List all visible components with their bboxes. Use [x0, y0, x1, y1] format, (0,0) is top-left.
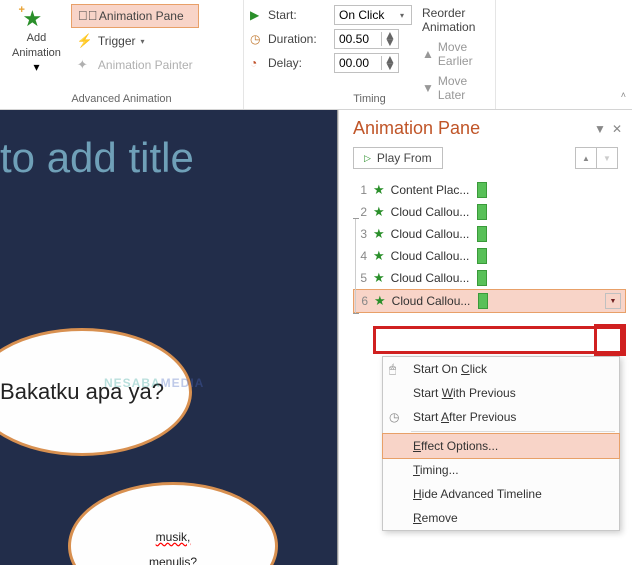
star-icon: ★ [373, 248, 385, 264]
ribbon-group-label: Advanced Animation [0, 91, 243, 107]
dropdown-caret-icon: ▾ [397, 11, 407, 20]
star-icon: ★ [373, 204, 385, 220]
cloud-callout-2[interactable]: musik,menulis? [68, 482, 278, 565]
play-from-button[interactable]: ▷ Play From [353, 147, 443, 169]
menu-start-on-click[interactable]: 🖱 Start On Click [383, 357, 619, 381]
dropdown-caret-icon: ▾ [33, 60, 39, 74]
task-pane-options-icon[interactable]: ▼ [594, 122, 606, 136]
delay-label: Delay: [268, 56, 330, 70]
ribbon-group-advanced-animation: ★+ Add Animation ▾ ✦⃣ Animation Pane ⚡ T… [0, 0, 244, 109]
timing-bar [477, 226, 487, 242]
star-icon: ★ [373, 226, 385, 242]
mouse-icon: 🖱 [389, 362, 405, 377]
animation-item[interactable]: 2 ★ Cloud Callou... [353, 201, 626, 223]
title-placeholder[interactable]: to add title [0, 110, 337, 182]
dropdown-caret-icon: ▾ [141, 37, 145, 46]
move-down-button[interactable]: ▼ [596, 147, 618, 169]
clock-icon: ◷ [389, 410, 405, 424]
timeline-ruler [355, 218, 356, 314]
delay-icon: ◔ [250, 56, 264, 70]
add-animation-label: Add [27, 32, 47, 45]
timing-bar [477, 270, 487, 286]
menu-start-with-previous[interactable]: Start With Previous [383, 381, 619, 405]
start-label: Start: [268, 8, 330, 22]
move-earlier-button: ▲Move Earlier [422, 38, 489, 70]
ribbon-group-timing: ▶ Start: On Click ▾ ◷ Duration: ▲▼ [244, 0, 496, 109]
duration-input[interactable] [335, 30, 381, 48]
star-icon: ★ [373, 182, 385, 198]
add-animation-icon: ★+ [22, 6, 50, 30]
menu-effect-options[interactable]: Effect Options... [382, 433, 620, 459]
ribbon: ★+ Add Animation ▾ ✦⃣ Animation Pane ⚡ T… [0, 0, 632, 110]
play-icon: ▷ [364, 153, 371, 164]
animation-pane-icon: ✦⃣ [78, 8, 94, 24]
animation-item[interactable]: 4 ★ Cloud Callou... [353, 245, 626, 267]
animation-list: 1 ★ Content Plac... 2 ★ Cloud Callou... … [339, 179, 632, 313]
animation-context-menu: 🖱 Start On Click Start With Previous ◷ S… [382, 356, 620, 531]
timing-bar [477, 204, 487, 220]
animation-painter-button: ✦ Animation Painter [71, 54, 199, 76]
menu-separator [411, 431, 615, 432]
add-animation-button[interactable]: ★+ Add Animation ▾ [6, 4, 67, 76]
close-icon[interactable]: ✕ [612, 122, 622, 136]
move-up-button[interactable]: ▲ [575, 147, 597, 169]
trigger-button[interactable]: ⚡ Trigger ▾ [71, 30, 199, 52]
spin-down-icon[interactable]: ▼ [384, 39, 396, 46]
timing-bar [477, 248, 487, 264]
trigger-label: Trigger [98, 34, 136, 48]
start-dropdown[interactable]: On Click ▾ [334, 5, 412, 25]
add-animation-label2: Animation [12, 47, 61, 60]
collapse-ribbon-icon[interactable]: ˄ [621, 90, 626, 100]
menu-start-after-previous[interactable]: ◷ Start After Previous [383, 405, 619, 429]
timing-bar [477, 182, 487, 198]
delay-spinbox[interactable]: ▲▼ [334, 53, 399, 73]
animation-painter-icon: ✦ [77, 57, 93, 73]
animation-item[interactable]: 1 ★ Content Plac... [353, 179, 626, 201]
duration-icon: ◷ [250, 32, 264, 46]
play-from-label: Play From [377, 151, 432, 165]
spin-down-icon[interactable]: ▼ [384, 63, 396, 70]
animation-pane-button[interactable]: ✦⃣ Animation Pane [71, 4, 199, 28]
duration-label: Duration: [268, 32, 330, 46]
trigger-icon: ⚡ [77, 33, 93, 49]
menu-timing[interactable]: Timing... [383, 458, 619, 482]
reorder-label: Reorder Animation [422, 4, 489, 36]
play-icon: ▶ [250, 8, 264, 22]
animation-item[interactable]: 5 ★ Cloud Callou... [353, 267, 626, 289]
timing-bar [478, 293, 488, 309]
animation-item[interactable]: 3 ★ Cloud Callou... [353, 223, 626, 245]
animation-item-selected[interactable]: 6 ★ Cloud Callou... ▼ [353, 289, 626, 313]
start-value: On Click [339, 8, 384, 22]
animation-painter-label: Animation Painter [98, 58, 193, 72]
watermark: NESABAMEDIA [104, 362, 204, 394]
menu-hide-timeline[interactable]: Hide Advanced Timeline [383, 482, 619, 506]
menu-remove[interactable]: Remove [383, 506, 619, 530]
star-icon: ★ [373, 270, 385, 286]
duration-spinbox[interactable]: ▲▼ [334, 29, 399, 49]
ribbon-group-label: Timing [244, 91, 495, 107]
animation-pane-label: Animation Pane [99, 9, 184, 23]
item-menu-caret[interactable]: ▼ [605, 293, 621, 309]
animation-pane-title: Animation Pane [353, 118, 480, 139]
slide-canvas[interactable]: to add title Bakatku apa ya? musik,menul… [0, 110, 338, 565]
up-arrow-icon: ▲ [422, 47, 434, 61]
star-icon: ★ [374, 293, 386, 309]
delay-input[interactable] [335, 54, 381, 72]
